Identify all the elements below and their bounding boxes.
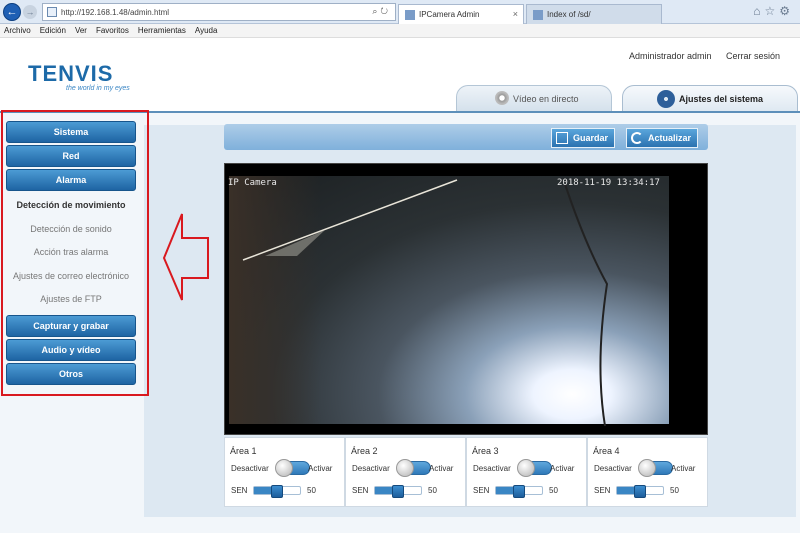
activate-label: Activar bbox=[550, 464, 575, 473]
sensitivity-label: SEN bbox=[352, 486, 369, 495]
refresh-icon bbox=[631, 132, 643, 144]
activate-label: Activar bbox=[429, 464, 454, 473]
gear-icon bbox=[657, 90, 675, 108]
slider-knob[interactable] bbox=[392, 485, 404, 498]
camera-name-overlay: IP Camera bbox=[228, 178, 277, 188]
toggle-knob[interactable] bbox=[396, 459, 414, 477]
home-star-gear-icons[interactable]: ⌂☆⚙ bbox=[753, 4, 794, 18]
page-icon bbox=[47, 7, 57, 17]
url-text: http://192.168.1.48/admin.html bbox=[61, 7, 170, 17]
tenvis-logo: TENVIS bbox=[28, 61, 114, 86]
sensitivity-value: 50 bbox=[307, 486, 316, 495]
favicon-icon bbox=[405, 9, 415, 20]
sensitivity-slider[interactable] bbox=[495, 485, 543, 498]
search-refresh-icons[interactable]: ⌕↻ bbox=[372, 6, 391, 17]
menu-favoritos[interactable]: Favoritos bbox=[96, 26, 129, 35]
area-title: Área 2 bbox=[351, 446, 378, 456]
toggle-knob[interactable] bbox=[638, 459, 656, 477]
area-toggle[interactable] bbox=[517, 459, 552, 477]
sensitivity-slider[interactable] bbox=[374, 485, 422, 498]
activate-label: Activar bbox=[671, 464, 696, 473]
left-arrow-annotation bbox=[162, 213, 209, 301]
area-title: Área 4 bbox=[593, 446, 620, 456]
forward-arrow-icon[interactable]: → bbox=[23, 5, 37, 19]
area-title: Área 3 bbox=[472, 446, 499, 456]
sensitivity-value: 50 bbox=[670, 486, 679, 495]
tab-system-settings[interactable]: Ajustes del sistema bbox=[622, 85, 798, 111]
area-panel-3: Área 3 Desactivar Activar SEN 50 bbox=[466, 437, 587, 507]
user-label: Administrador admin bbox=[629, 51, 712, 61]
sensitivity-label: SEN bbox=[594, 486, 611, 495]
area-toggle[interactable] bbox=[638, 459, 673, 477]
back-arrow-icon[interactable]: ← bbox=[3, 3, 21, 21]
slider-knob[interactable] bbox=[271, 485, 283, 498]
deactivate-label: Desactivar bbox=[594, 464, 632, 473]
tab-live-video[interactable]: Vídeo en directo bbox=[456, 85, 612, 111]
slider-knob[interactable] bbox=[634, 485, 646, 498]
favicon-icon bbox=[533, 9, 543, 20]
menu-ver[interactable]: Ver bbox=[75, 26, 87, 35]
sensitivity-label: SEN bbox=[231, 486, 248, 495]
refresh-button[interactable]: Actualizar bbox=[626, 128, 698, 148]
sensitivity-label: SEN bbox=[473, 486, 490, 495]
menu-bar: Archivo Edición Ver Favoritos Herramient… bbox=[0, 24, 800, 38]
area-title: Área 1 bbox=[230, 446, 257, 456]
browser-tab-label: Index of /sd/ bbox=[547, 10, 591, 19]
highlight-frame bbox=[1, 110, 149, 396]
deactivate-label: Desactivar bbox=[352, 464, 390, 473]
save-button[interactable]: Guardar bbox=[551, 128, 615, 148]
menu-herramientas[interactable]: Herramientas bbox=[138, 26, 186, 35]
menu-ayuda[interactable]: Ayuda bbox=[195, 26, 218, 35]
tab-label: Vídeo en directo bbox=[513, 93, 579, 104]
camera-scene-lines bbox=[242, 179, 609, 427]
browser-tab-index[interactable]: Index of /sd/ bbox=[526, 4, 662, 24]
motion-areas: Área 1 Desactivar Activar SEN 50 Área 2 … bbox=[224, 437, 708, 507]
logo-tagline: the world in my eyes bbox=[66, 85, 130, 92]
browser-tab-label: IPCamera Admin bbox=[419, 10, 480, 19]
sensitivity-slider[interactable] bbox=[253, 485, 301, 498]
menu-edicion[interactable]: Edición bbox=[40, 26, 66, 35]
floppy-icon bbox=[556, 132, 568, 144]
camera-timestamp-overlay: 2018-11-19 13:34:17 bbox=[557, 178, 660, 188]
sensitivity-value: 50 bbox=[549, 486, 558, 495]
tab-label: Ajustes del sistema bbox=[679, 93, 764, 104]
area-panel-2: Área 2 Desactivar Activar SEN 50 bbox=[345, 437, 466, 507]
sensitivity-value: 50 bbox=[428, 486, 437, 495]
deactivate-label: Desactivar bbox=[473, 464, 511, 473]
toolbar: Guardar Actualizar bbox=[224, 124, 708, 150]
area-panel-1: Área 1 Desactivar Activar SEN 50 bbox=[224, 437, 345, 507]
area-toggle[interactable] bbox=[275, 459, 310, 477]
close-icon[interactable]: × bbox=[513, 9, 518, 19]
browser-chrome: ← → http://192.168.1.48/admin.html ⌕↻ IP… bbox=[0, 0, 800, 24]
sensitivity-slider[interactable] bbox=[616, 485, 664, 498]
deactivate-label: Desactivar bbox=[231, 464, 269, 473]
menu-archivo[interactable]: Archivo bbox=[4, 26, 31, 35]
camera-icon bbox=[495, 91, 509, 105]
save-label: Guardar bbox=[573, 133, 609, 143]
slider-knob[interactable] bbox=[513, 485, 525, 498]
logout-link[interactable]: Cerrar sesión bbox=[726, 51, 780, 61]
area-toggle[interactable] bbox=[396, 459, 431, 477]
refresh-label: Actualizar bbox=[648, 133, 692, 143]
activate-label: Activar bbox=[308, 464, 333, 473]
area-panel-4: Área 4 Desactivar Activar SEN 50 bbox=[587, 437, 708, 507]
video-preview[interactable]: IP Camera 2018-11-19 13:34:17 bbox=[224, 163, 708, 435]
address-bar[interactable]: http://192.168.1.48/admin.html ⌕↻ bbox=[42, 3, 396, 21]
browser-tab-ipcamera[interactable]: IPCamera Admin × bbox=[398, 4, 524, 24]
toggle-knob[interactable] bbox=[275, 459, 293, 477]
toggle-knob[interactable] bbox=[517, 459, 535, 477]
